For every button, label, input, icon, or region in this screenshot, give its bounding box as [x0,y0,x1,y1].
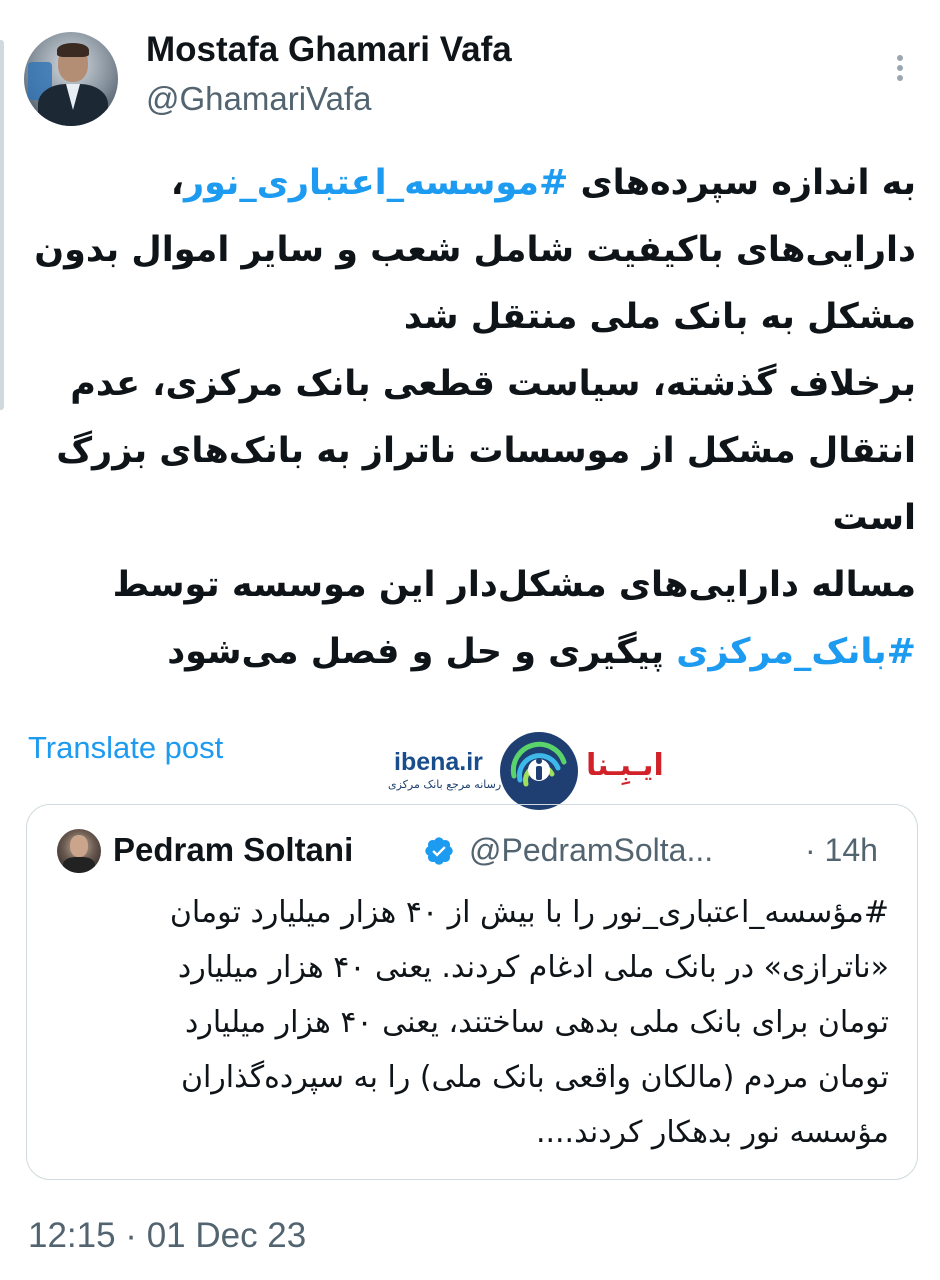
tweet-text-segment: برخلاف گذشته، سیاست قطعی بانک مرکزی، عدم [70,364,916,404]
quoted-tweet-line: تومان برای بانک ملی بدهی ساختند، یعنی ۴۰… [184,1005,889,1040]
tweet-text-segment: دارایی‌های باکیفیت شامل شعب و سایر اموال… [34,230,916,270]
tweet-line: دارایی‌های باکیفیت شامل شعب و سایر اموال… [30,217,916,284]
hashtag-link[interactable]: #بانک_مرکزی [676,632,916,672]
hashtag-link[interactable]: #موسسه_اعتباری_نور [184,163,568,203]
left-edge-bar [0,40,4,410]
author-display-name[interactable]: Mostafa Ghamari Vafa [146,30,512,70]
quoted-tweet-line: تومان مردم (مالکان واقعی بانک ملی) را به… [180,1060,889,1095]
tweet-text-segment: مساله دارایی‌های مشکل‌دار این موسسه توسط [112,565,916,605]
tweet-line: انتقال مشکل از موسسات ناتراز به بانک‌های… [30,418,916,485]
quoted-author-avatar[interactable] [57,829,101,873]
watermark-brand: ایـبِـنا [586,748,664,783]
watermark-domain: ibena.ir [394,748,483,776]
tweet-line: به اندازه سپرده‌های #موسسه_اعتباری_نور، [30,150,916,217]
tweet-text-segment: مشکل به بانک ملی منتقل شد [403,297,916,337]
quoted-tweet-line: #مؤسسه_اعتباری_نور را با بیش از ۴۰ هزار … [169,895,889,930]
tweet-line: مساله دارایی‌های مشکل‌دار این موسسه توسط [30,552,916,619]
tweet-text-segment: ، [170,163,185,203]
tweet-text-segment: است [832,498,916,538]
tweet-text-segment: پیگیری و حل و فصل می‌شود [167,632,677,672]
quoted-tweet-line: مؤسسه نور بدهکار کردند.... [535,1115,889,1150]
quoted-tweet-line: «ناترازی» در بانک ملی ادغام کردند. یعنی … [177,950,889,985]
author-avatar[interactable] [24,32,118,126]
quoted-tweet-text: #مؤسسه_اعتباری_نور را با بیش از ۴۰ هزار … [67,885,889,1160]
tweet-line: #بانک_مرکزی پیگیری و حل و فصل می‌شود [30,619,916,686]
tweet-line: است [30,485,916,552]
tweet-text-segment: به اندازه سپرده‌های [568,163,916,203]
translate-post-link[interactable]: Translate post [28,730,223,766]
quoted-tweet-card[interactable]: Pedram Soltani @PedramSolta... · 14h #مؤ… [26,804,918,1180]
tweet-text: به اندازه سپرده‌های #موسسه_اعتباری_نور، د… [30,150,916,686]
quoted-tweet-time[interactable]: · 14h [805,832,878,869]
author-handle[interactable]: @GhamariVafa [146,80,371,118]
ibena-watermark: ibena.ir رسانه مرجع بانک مرکزی ایـبِـنا [386,730,706,810]
tweet-line: مشکل به بانک ملی منتقل شد [30,284,916,351]
ibena-logo-icon [500,732,578,810]
quoted-author-name[interactable]: Pedram Soltani [113,831,353,869]
tweet-text-segment: انتقال مشکل از موسسات ناتراز به بانک‌های… [56,431,916,471]
verified-badge-icon [425,837,453,865]
tweet-timestamp[interactable]: 12:15 · 01 Dec 23 [28,1216,306,1256]
more-options-icon[interactable] [888,50,912,86]
watermark-tagline: رسانه مرجع بانک مرکزی [388,778,502,791]
quoted-author-handle[interactable]: @PedramSolta... [469,832,713,869]
tweet-line: برخلاف گذشته، سیاست قطعی بانک مرکزی، عدم [30,351,916,418]
